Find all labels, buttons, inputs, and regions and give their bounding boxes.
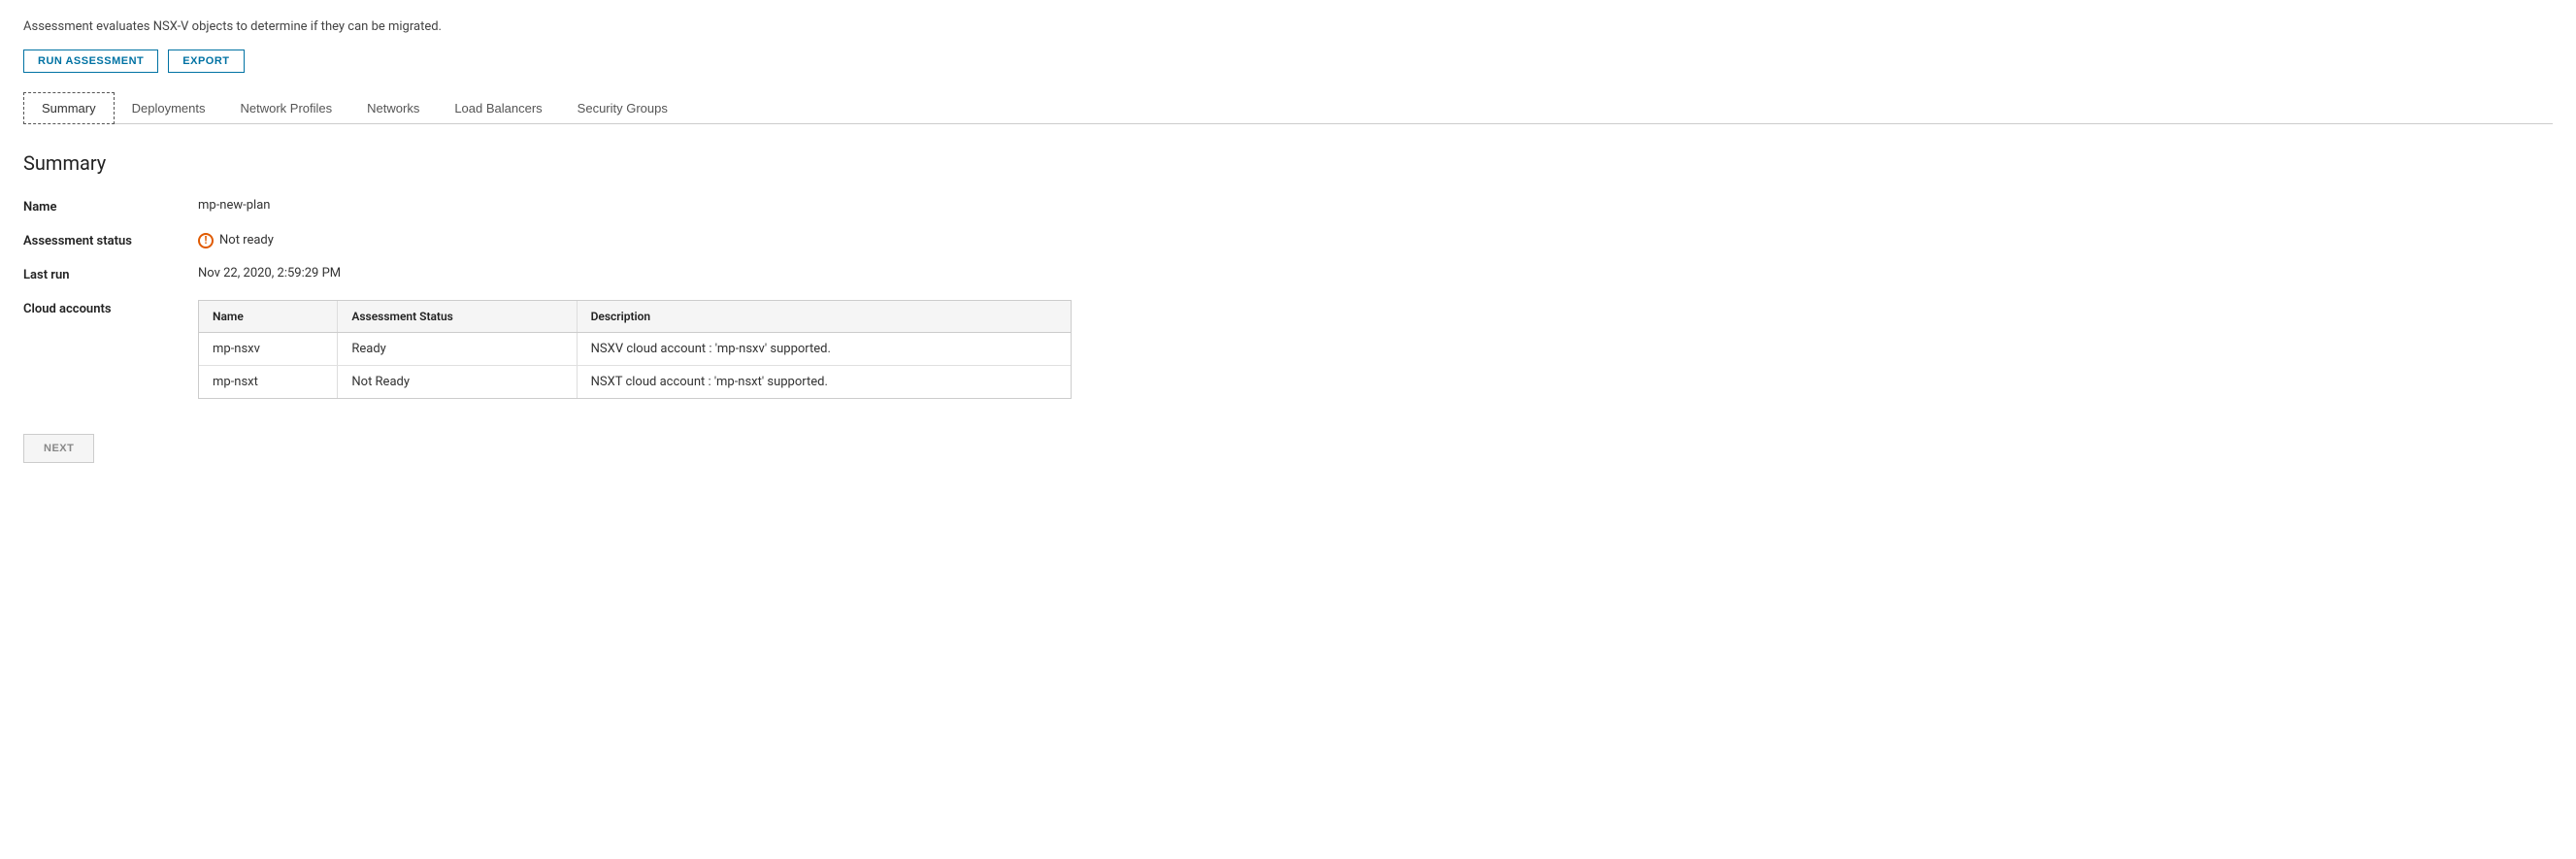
tab-networks[interactable]: Networks — [349, 92, 437, 123]
toolbar: RUN ASSESSMENT EXPORT — [23, 50, 2553, 73]
name-value: mp-new-plan — [198, 198, 2553, 215]
row2-status: Not Ready — [338, 366, 577, 399]
footer: NEXT — [23, 434, 2553, 463]
cloud-accounts-table-wrapper: Name Assessment Status Description mp-ns… — [198, 300, 1072, 399]
tab-load-balancers[interactable]: Load Balancers — [437, 92, 559, 123]
col-description: Description — [577, 301, 1071, 333]
col-name: Name — [199, 301, 338, 333]
last-run-value: Nov 22, 2020, 2:59:29 PM — [198, 266, 2553, 282]
cloud-accounts-table: Name Assessment Status Description mp-ns… — [199, 301, 1071, 398]
cloud-accounts-label: Cloud accounts — [23, 300, 198, 399]
page-description: Assessment evaluates NSX-V objects to de… — [23, 19, 2553, 34]
col-assessment-status: Assessment Status — [338, 301, 577, 333]
row2-description: NSXT cloud account : 'mp-nsxt' supported… — [577, 366, 1071, 399]
tab-summary[interactable]: Summary — [23, 92, 115, 124]
name-label: Name — [23, 198, 198, 215]
tab-deployments[interactable]: Deployments — [115, 92, 223, 123]
row2-name: mp-nsxt — [199, 366, 338, 399]
tab-bar: Summary Deployments Network Profiles Net… — [23, 92, 2553, 124]
next-button[interactable]: NEXT — [23, 434, 94, 463]
assessment-status-value: ! Not ready — [198, 232, 2553, 248]
last-run-label: Last run — [23, 266, 198, 282]
assessment-status-text: Not ready — [219, 233, 274, 248]
row1-name: mp-nsxv — [199, 333, 338, 366]
run-assessment-button[interactable]: RUN ASSESSMENT — [23, 50, 158, 73]
tab-network-profiles[interactable]: Network Profiles — [223, 92, 350, 123]
row1-status: Ready — [338, 333, 577, 366]
section-title: Summary — [23, 151, 2553, 175]
table-row: mp-nsxv Ready NSXV cloud account : 'mp-n… — [199, 333, 1071, 366]
tab-security-groups[interactable]: Security Groups — [560, 92, 685, 123]
export-button[interactable]: EXPORT — [168, 50, 244, 73]
table-row: mp-nsxt Not Ready NSXT cloud account : '… — [199, 366, 1071, 399]
row1-description: NSXV cloud account : 'mp-nsxv' supported… — [577, 333, 1071, 366]
info-grid: Name mp-new-plan Assessment status ! Not… — [23, 198, 2553, 399]
warning-icon: ! — [198, 233, 214, 248]
assessment-status-label: Assessment status — [23, 232, 198, 248]
table-header-row: Name Assessment Status Description — [199, 301, 1071, 333]
